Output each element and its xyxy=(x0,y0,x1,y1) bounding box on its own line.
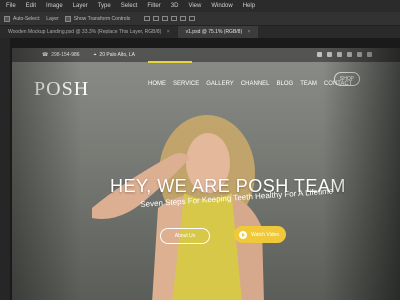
align-right-icon[interactable] xyxy=(189,16,196,21)
social-icons xyxy=(317,52,372,57)
watch-video-label: Watch Video xyxy=(251,231,280,238)
menu-type[interactable]: Type xyxy=(98,3,111,9)
phone-item: ☎ 298-154-986 xyxy=(42,52,80,58)
align-top-icon[interactable] xyxy=(144,16,151,21)
facebook-icon[interactable] xyxy=(317,52,322,57)
align-bottom-icon[interactable] xyxy=(162,16,169,21)
menu-view[interactable]: View xyxy=(188,3,201,9)
location-icon: ⌖ xyxy=(93,52,97,58)
nav-home[interactable]: HOME xyxy=(148,81,166,87)
nav-team[interactable]: TEAM xyxy=(300,81,317,87)
menu-select[interactable]: Select xyxy=(121,3,138,9)
watch-video-button[interactable]: Watch Video xyxy=(234,226,286,243)
doc-tab-mockup[interactable]: Wooden Mockup Landing.psd @ 33.3% (Repla… xyxy=(0,26,178,38)
about-us-label: About Us xyxy=(174,233,196,239)
close-icon[interactable]: × xyxy=(167,29,170,35)
site-nav: HOME SERVICE GALLERY CHANNEL BLOG TEAM C… xyxy=(148,61,352,87)
menu-help[interactable]: Help xyxy=(243,3,255,9)
nav-active-indicator xyxy=(148,61,192,63)
phone-icon: ☎ xyxy=(42,52,49,58)
instagram-icon[interactable] xyxy=(357,52,362,57)
address-item: ⌖ 20 Palo Alto, LA xyxy=(94,52,135,58)
phone-number: 298-154-986 xyxy=(51,52,80,58)
shop-button[interactable]: SHOP xyxy=(334,72,360,86)
show-transform-checkbox[interactable] xyxy=(64,15,71,22)
auto-select-option[interactable]: Auto-Select: xyxy=(4,15,41,22)
align-left-icon[interactable] xyxy=(171,16,178,21)
photoshop-menubar: File Edit Image Layer Type Select Filter… xyxy=(0,0,400,12)
doc-tab-label: Wooden Mockup Landing.psd @ 33.3% (Repla… xyxy=(8,29,162,35)
menu-filter[interactable]: Filter xyxy=(147,3,160,9)
nav-blog[interactable]: BLOG xyxy=(277,81,294,87)
menu-image[interactable]: Image xyxy=(46,3,63,9)
document-canvas: ☎ 298-154-986 ⌖ 20 Palo Alto, LA POSH HO… xyxy=(12,48,400,300)
menu-layer[interactable]: Layer xyxy=(73,3,88,9)
auto-select-checkbox[interactable] xyxy=(4,15,10,22)
options-bar: Auto-Select: Layer Show Transform Contro… xyxy=(0,12,400,26)
auto-select-label: Auto-Select: xyxy=(13,15,41,22)
linkedin-icon[interactable] xyxy=(347,52,352,57)
doc-tab-label: v1.psd @ 75.1% (RGB/8) xyxy=(185,29,243,35)
google-plus-icon[interactable] xyxy=(337,52,342,57)
layer-select-dropdown[interactable]: Layer xyxy=(46,16,59,22)
menu-3d[interactable]: 3D xyxy=(171,3,179,9)
address-text: 20 Palo Alto, LA xyxy=(99,52,136,58)
nav-channel[interactable]: CHANNEL xyxy=(241,81,270,87)
site-logo[interactable]: POSH xyxy=(34,78,89,101)
nav-service[interactable]: SERVICE xyxy=(173,81,199,87)
tools-panel xyxy=(0,38,10,300)
menu-edit[interactable]: Edit xyxy=(26,3,36,9)
document-tabs: Wooden Mockup Landing.psd @ 33.3% (Repla… xyxy=(0,26,400,38)
menu-window[interactable]: Window xyxy=(211,3,232,9)
pinterest-icon[interactable] xyxy=(367,52,372,57)
align-middle-icon[interactable] xyxy=(153,16,160,21)
doc-tab-v1[interactable]: v1.psd @ 75.1% (RGB/8) × xyxy=(177,26,259,38)
close-icon[interactable]: × xyxy=(248,29,251,35)
show-transform-option[interactable]: Show Transform Controls xyxy=(64,15,131,22)
about-us-button[interactable]: About Us xyxy=(160,228,210,244)
play-icon xyxy=(239,230,247,239)
align-icons xyxy=(144,16,196,21)
align-center-icon[interactable] xyxy=(180,16,187,21)
menu-file[interactable]: File xyxy=(6,3,16,9)
twitter-icon[interactable] xyxy=(327,52,332,57)
show-transform-label: Show Transform Controls xyxy=(73,15,131,22)
nav-gallery[interactable]: GALLERY xyxy=(206,81,234,87)
